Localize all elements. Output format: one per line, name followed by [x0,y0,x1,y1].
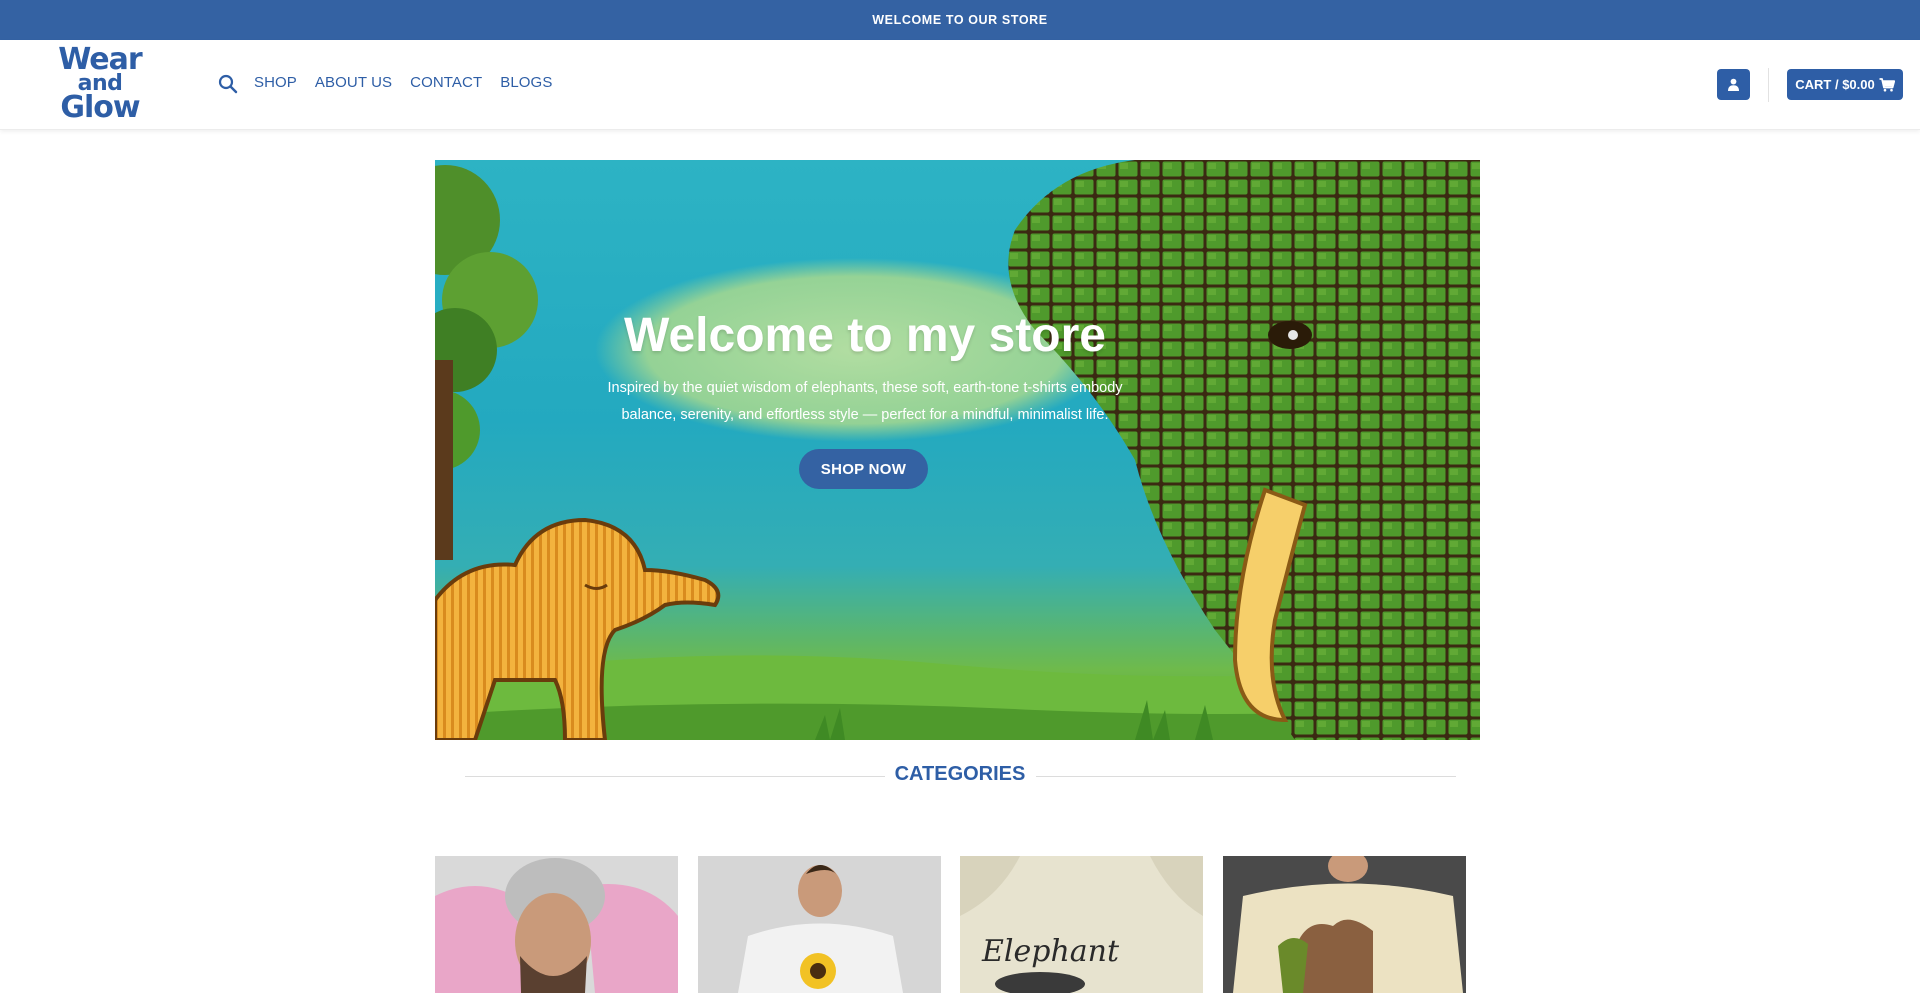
account-button[interactable] [1717,69,1750,100]
hero-subtitle: Inspired by the quiet wisdom of elephant… [607,380,1123,423]
categories-heading: CATEGORIES [894,763,1026,785]
cart-label: CART / $0.00 [1795,77,1875,92]
category-card-sunflower[interactable] [698,856,941,993]
announcement-bar: WELCOME TO OUR STORE [0,0,1920,40]
category-card-elephant-sunset[interactable] [1223,856,1466,993]
category-image-sunflower-tshirt [698,856,941,993]
user-icon [1728,78,1739,91]
category-image-elephant-sunset [1223,856,1466,993]
site-logo[interactable]: Wear and Glow [52,42,148,126]
category-image-pink-hoodie [435,856,678,993]
shop-now-button[interactable]: SHOP NOW [799,449,928,489]
categories-divider-right [1036,776,1456,777]
nav-shop[interactable]: SHOP [254,74,297,91]
elephant-print-text: Elephant [981,934,1120,969]
cart-button[interactable]: CART / $0.00 [1787,69,1903,100]
hero-banner: Welcome to my store Inspired by the quie… [435,160,1480,740]
hero-title: Welcome to my store [624,309,1106,362]
nav-blogs[interactable]: BLOGS [500,74,552,91]
categories-divider-left [465,776,885,777]
logo-word-1: Wear [58,42,142,78]
logo-word-3: Glow [60,90,140,126]
category-card-hoodie[interactable] [435,856,678,993]
nav-about-us[interactable]: ABOUT US [315,74,392,91]
hero-illustration [435,160,1480,740]
cart-icon [1879,77,1895,91]
category-card-elephant-text[interactable]: Elephant [960,856,1203,993]
search-icon[interactable] [218,74,238,94]
nav-contact[interactable]: CONTACT [410,74,482,91]
main-nav: SHOP ABOUT US CONTACT BLOGS [254,74,552,91]
category-image-elephant-sweatshirt: Elephant [960,856,1203,993]
header-divider [1768,68,1769,102]
announcement-text: WELCOME TO OUR STORE [872,13,1048,27]
